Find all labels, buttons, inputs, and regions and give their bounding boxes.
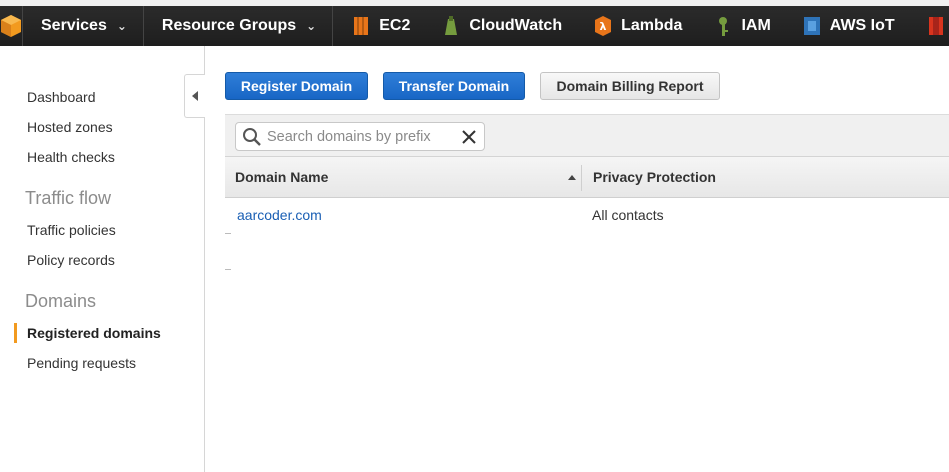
sidebar-item-traffic-policies[interactable]: Traffic policies <box>27 222 116 238</box>
active-item-indicator <box>14 323 17 343</box>
iam-icon <box>719 17 729 36</box>
cloudwatch-icon <box>445 16 458 35</box>
shortcut-lambda-label: Lambda <box>621 17 683 34</box>
shortcut-iam[interactable]: IAM <box>695 6 783 46</box>
sidebar-heading-traffic-flow: Traffic flow <box>25 188 112 208</box>
register-domain-button[interactable]: Register Domain <box>225 72 368 100</box>
search-input[interactable]: Search domains by prefix <box>235 122 485 151</box>
svg-text:λ: λ <box>600 20 607 33</box>
sidebar-item-dashboard[interactable]: Dashboard <box>27 89 96 105</box>
sidebar-heading-domains: Domains <box>25 291 97 311</box>
column-header-privacy-protection[interactable]: Privacy Protection <box>593 157 716 197</box>
collapse-sidebar-button[interactable] <box>184 74 205 118</box>
sort-ascending-icon[interactable] <box>568 175 576 180</box>
transfer-domain-button[interactable]: Transfer Domain <box>383 72 525 100</box>
table-row[interactable]: aarcoder.com All contacts <box>225 198 949 232</box>
table-header: Domain Name Privacy Protection <box>225 156 949 198</box>
shortcut-ec2[interactable]: EC2 <box>333 6 423 46</box>
privacy-protection-value: All contacts <box>592 207 664 223</box>
column-divider <box>581 165 582 191</box>
shortcut-cloudwatch[interactable]: CloudWatch <box>423 6 575 46</box>
clear-search-icon[interactable] <box>462 129 476 144</box>
ec2-icon <box>354 17 369 35</box>
row-divider <box>225 233 231 234</box>
shortcut-aws-iot-label: AWS IoT <box>829 17 895 34</box>
sidebar-item-policy-records[interactable]: Policy records <box>27 252 115 268</box>
aws-iot-icon <box>803 17 820 35</box>
sidebar-item-registered-domains[interactable]: Registered domains <box>27 325 161 341</box>
column-header-domain-name[interactable]: Domain Name <box>235 157 328 197</box>
shortcut-ec2-label: EC2 <box>379 17 411 34</box>
domain-name-link[interactable]: aarcoder.com <box>237 198 322 232</box>
chevron-left-icon <box>192 91 198 101</box>
chevron-down-icon: ⌄ <box>116 19 127 33</box>
search-icon <box>243 127 261 146</box>
domain-billing-report-button[interactable]: Domain Billing Report <box>540 72 720 100</box>
sidebar: Dashboard Hosted zones Health checks Tra… <box>0 46 205 472</box>
services-label: Services <box>41 17 107 34</box>
shortcut-lambda[interactable]: λ Lambda <box>575 6 695 46</box>
shortcut-aws-iot[interactable]: AWS IoT <box>784 6 908 46</box>
chevron-down-icon: ⌄ <box>306 19 317 33</box>
resource-groups-label: Resource Groups <box>161 17 297 34</box>
sidebar-item-hosted-zones[interactable]: Hosted zones <box>27 119 113 135</box>
search-placeholder: Search domains by prefix <box>267 128 431 145</box>
filter-bar: Search domains by prefix <box>225 114 949 156</box>
shortcut-iam-label: IAM <box>741 17 771 34</box>
aws-logo-icon[interactable] <box>0 6 23 46</box>
row-divider <box>225 269 231 270</box>
shortcut-cloudwatch-label: CloudWatch <box>469 17 563 34</box>
shortcut-s3[interactable]: S3 <box>908 6 949 46</box>
sidebar-item-health-checks[interactable]: Health checks <box>27 149 115 165</box>
s3-icon <box>928 17 943 35</box>
sidebar-item-pending-requests[interactable]: Pending requests <box>27 355 136 371</box>
top-navigation-bar: Services ⌄ Resource Groups ⌄ EC2 CloudWa… <box>0 0 949 46</box>
lambda-icon: λ <box>595 16 612 36</box>
services-menu[interactable]: Services ⌄ <box>23 6 144 46</box>
resource-groups-menu[interactable]: Resource Groups ⌄ <box>144 6 334 46</box>
